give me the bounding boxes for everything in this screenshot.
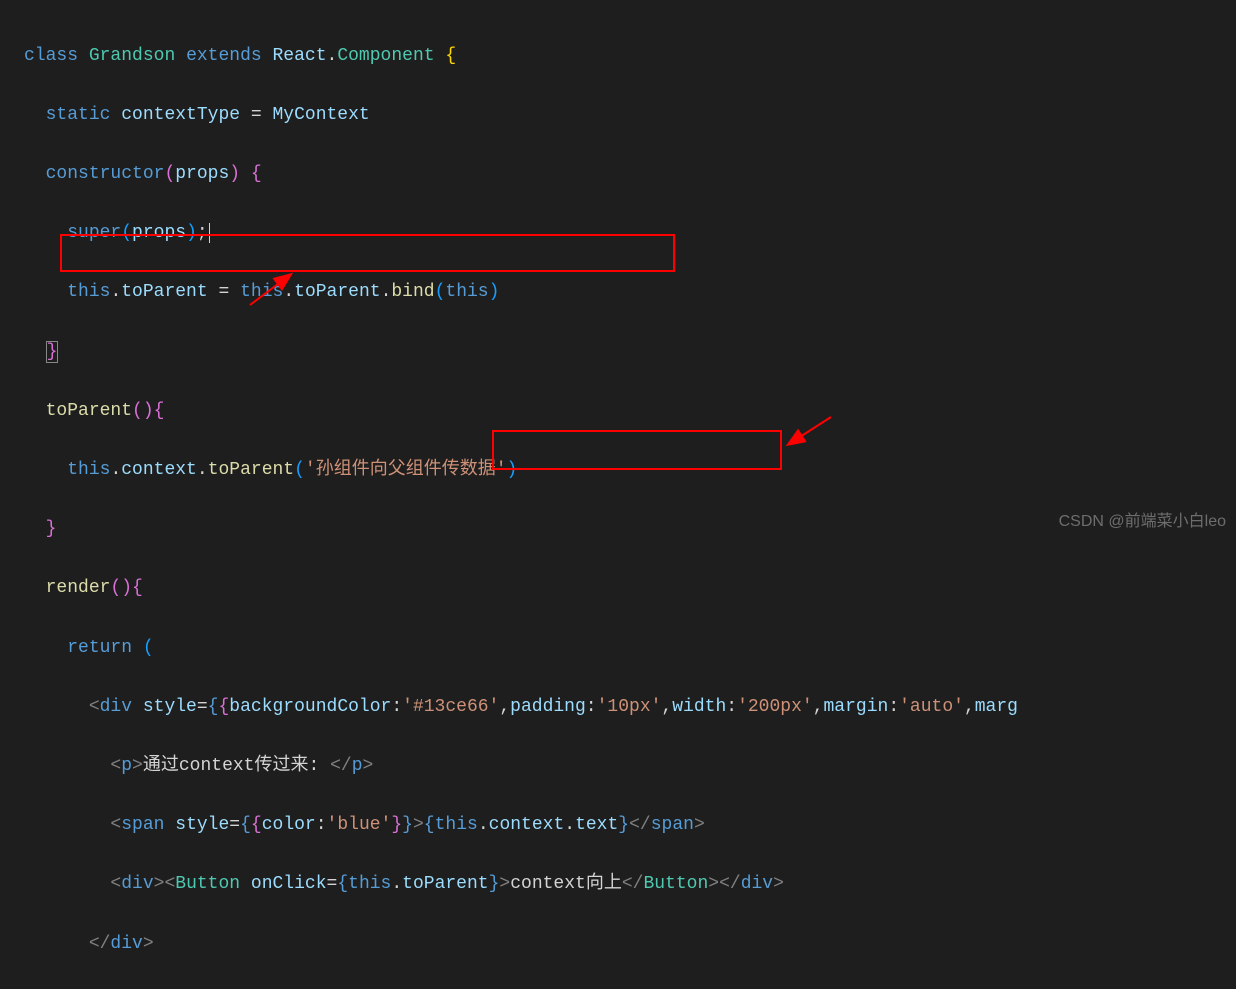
code-line-7: toParent(){ xyxy=(24,397,1236,427)
code-line-6: } xyxy=(24,338,1236,368)
code-editor[interactable]: class Grandson extends React.Component {… xyxy=(0,12,1236,989)
code-line-16: </div> xyxy=(24,930,1236,960)
code-line-1: class Grandson extends React.Component { xyxy=(24,42,1236,72)
code-line-9: } xyxy=(24,515,1236,545)
code-line-11: return ( xyxy=(24,634,1236,664)
code-line-5: this.toParent = this.toParent.bind(this) xyxy=(24,278,1236,308)
code-line-12: <div style={{backgroundColor:'#13ce66',p… xyxy=(24,693,1236,723)
code-line-15: <div><Button onClick={this.toParent}>con… xyxy=(24,870,1236,900)
text-cursor xyxy=(209,223,210,243)
code-line-10: render(){ xyxy=(24,574,1236,604)
code-line-3: constructor(props) { xyxy=(24,160,1236,190)
code-line-4: super(props); xyxy=(24,219,1236,249)
code-line-14: <span style={{color:'blue'}}>{this.conte… xyxy=(24,811,1236,841)
code-line-8: this.context.toParent('孙组件向父组件传数据') xyxy=(24,456,1236,486)
watermark-text: CSDN @前端菜小白leo xyxy=(1059,509,1226,535)
code-line-13: <p>通过context传过来: </p> xyxy=(24,752,1236,782)
code-line-2: static contextType = MyContext xyxy=(24,101,1236,131)
